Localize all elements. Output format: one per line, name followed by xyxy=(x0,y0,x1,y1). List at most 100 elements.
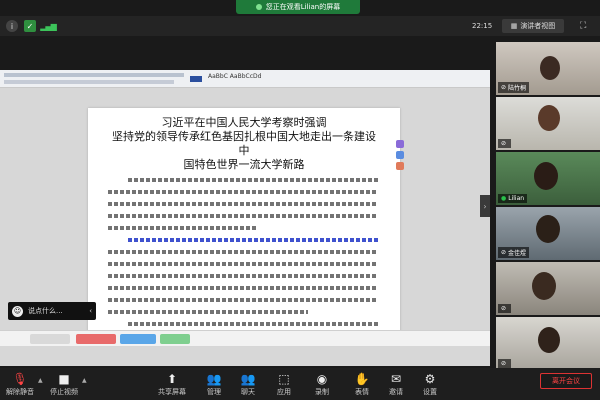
speaker-view-button[interactable]: ▦ 演讲者视图 xyxy=(502,19,564,33)
meeting-clock: 22:15 xyxy=(472,22,493,30)
share-screen-label: 共享屏幕 xyxy=(158,388,186,396)
body-line xyxy=(108,298,380,307)
dock-icon[interactable] xyxy=(396,151,404,159)
info-icon[interactable]: i xyxy=(6,20,18,32)
apps-label: 应用 xyxy=(277,388,291,396)
share-banner-text: 您正在观看Lilian的屏幕 xyxy=(265,3,341,11)
invite-button[interactable]: ✉ 邀请 xyxy=(380,372,412,397)
document-ribbon: AaBbC AaBbCcDd xyxy=(0,70,490,88)
taskbar-tab[interactable] xyxy=(160,334,190,344)
title-line-3: 国特色世界一流大学新路 xyxy=(183,158,305,171)
reactions-button[interactable]: ✋ 表情 xyxy=(346,372,378,397)
taskbar xyxy=(0,330,490,346)
participant-avatar xyxy=(538,105,560,131)
participant-video[interactable]: ⊘ xyxy=(496,317,600,370)
participant-label: ⊘ 金佳煜 xyxy=(498,247,530,258)
gear-icon: ⚙ xyxy=(424,372,436,386)
fullscreen-icon[interactable]: ⛶ xyxy=(580,21,586,31)
chat-icon: 👥 xyxy=(240,372,256,386)
mic-muted-icon: ⊘ xyxy=(501,140,507,147)
document-title: 习近平在中国人民大学考察时强调 坚持党的领导传承红色基因扎根中国大地走出一条建设… xyxy=(108,116,380,172)
collapse-sidebar-button[interactable]: › xyxy=(480,195,490,217)
chevron-up-icon[interactable]: ▲ xyxy=(38,377,43,384)
reaction-icon: ✋ xyxy=(354,372,370,386)
body-line-highlight xyxy=(108,238,380,247)
stop-video-button[interactable]: ■ 停止视频 xyxy=(48,372,80,397)
participant-videos: ⊘ 陆竹桐 ⊘ ● Lilian ⊘ 金佳煜 ⊘ ⊘ xyxy=(496,42,600,372)
participants-button[interactable]: 👥 管理 xyxy=(198,372,230,397)
participant-name: Lilian xyxy=(508,195,525,202)
taskbar-tab[interactable] xyxy=(30,334,70,344)
chat-button[interactable]: 👥 聊天 xyxy=(232,372,264,397)
participant-name: 金佳煜 xyxy=(508,250,527,257)
body-line xyxy=(108,190,380,199)
participant-label: ⊘ 陆竹桐 xyxy=(498,82,530,93)
mic-muted-icon: 🎙 xyxy=(12,372,28,386)
meeting-toolbar: 🎙 解除静音 ▲ ■ 停止视频 ▲ ⬆ 共享屏幕 👥 管理 👥 聊天 ⬚ 应用 … xyxy=(0,368,600,400)
reactions-label: 表情 xyxy=(355,388,369,396)
participant-avatar xyxy=(534,162,558,190)
ribbon-menu xyxy=(4,73,184,77)
style-gallery: AaBbC AaBbCcDd xyxy=(208,73,262,80)
title-line-2: 坚持党的领导传承红色基因扎根中国大地走出一条建设中 xyxy=(112,130,376,157)
leave-meeting-button[interactable]: 离开会议 xyxy=(540,373,592,389)
mic-muted-icon: ⊘ xyxy=(501,360,507,367)
participant-video[interactable]: ⊘ xyxy=(496,97,600,150)
unmute-label: 解除静音 xyxy=(6,388,34,396)
chevron-up-icon[interactable]: ▲ xyxy=(82,377,87,384)
document-side-dock xyxy=(396,140,406,173)
invite-icon: ✉ xyxy=(390,372,402,386)
body-line xyxy=(108,262,380,271)
signal-icon[interactable]: ▂▄▆ xyxy=(40,20,56,32)
title-line-1: 习近平在中国人民大学考察时强调 xyxy=(161,116,327,129)
mic-muted-icon: ⊘ xyxy=(501,84,507,91)
body-line xyxy=(108,214,380,223)
participant-video[interactable]: ● Lilian xyxy=(496,152,600,205)
taskbar-tab[interactable] xyxy=(120,334,156,344)
participant-avatar xyxy=(536,215,560,243)
body-line xyxy=(108,178,380,187)
body-line xyxy=(108,250,380,259)
unmute-button[interactable]: 🎙 解除静音 xyxy=(4,372,36,397)
participant-avatar xyxy=(532,272,556,300)
emoji-icon: ☺ xyxy=(12,305,23,317)
taskbar-tab[interactable] xyxy=(76,334,116,344)
body-line xyxy=(108,286,380,295)
speaker-view-label: 演讲者视图 xyxy=(520,22,556,30)
share-banner[interactable]: 您正在观看Lilian的屏幕 xyxy=(236,0,360,14)
grid-icon: ▦ xyxy=(510,22,518,30)
participant-avatar xyxy=(540,56,560,80)
chat-toast-text: 说点什么... xyxy=(28,307,63,315)
record-button[interactable]: ◉ 录制 xyxy=(306,372,338,397)
participants-label: 管理 xyxy=(207,388,221,396)
document-body xyxy=(108,178,380,331)
camera-icon: ■ xyxy=(58,372,70,386)
body-line xyxy=(108,226,380,235)
chevron-left-icon: ‹ xyxy=(89,307,92,315)
participant-video[interactable]: ⊘ 金佳煜 xyxy=(496,207,600,260)
participant-video[interactable]: ⊘ 陆竹桐 xyxy=(496,42,600,95)
share-screen-button[interactable]: ⬆ 共享屏幕 xyxy=(156,372,188,397)
apps-button[interactable]: ⬚ 应用 xyxy=(268,372,300,397)
participant-label: ⊘ xyxy=(498,359,512,368)
sharing-indicator-icon xyxy=(255,4,262,10)
apps-icon: ⬚ xyxy=(278,372,290,386)
body-line xyxy=(108,310,380,319)
share-screen-icon: ⬆ xyxy=(166,372,178,386)
stop-video-label: 停止视频 xyxy=(50,388,78,396)
dock-icon[interactable] xyxy=(396,140,404,148)
participant-label: ⊘ xyxy=(498,139,512,148)
chat-toast[interactable]: ☺ 说点什么... ‹ xyxy=(8,302,96,320)
shield-icon[interactable]: ✓ xyxy=(24,20,36,32)
invite-label: 邀请 xyxy=(389,388,403,396)
style-swatch xyxy=(190,76,202,82)
meeting-window: 您正在观看Lilian的屏幕 i ✓ ▂▄▆ 22:15 ▦ 演讲者视图 ⛶ A… xyxy=(0,0,600,400)
shared-screen: AaBbC AaBbCcDd 习近平在中国人民大学考察时强调 坚持党的领导传承红… xyxy=(0,70,490,366)
participant-label: ● Lilian xyxy=(498,194,528,203)
participant-label: ⊘ xyxy=(498,304,512,313)
mic-muted-icon: ⊘ xyxy=(501,305,507,312)
body-line xyxy=(108,202,380,211)
dock-icon[interactable] xyxy=(396,162,404,170)
participant-video[interactable]: ⊘ xyxy=(496,262,600,315)
settings-button[interactable]: ⚙ 设置 xyxy=(414,372,446,397)
